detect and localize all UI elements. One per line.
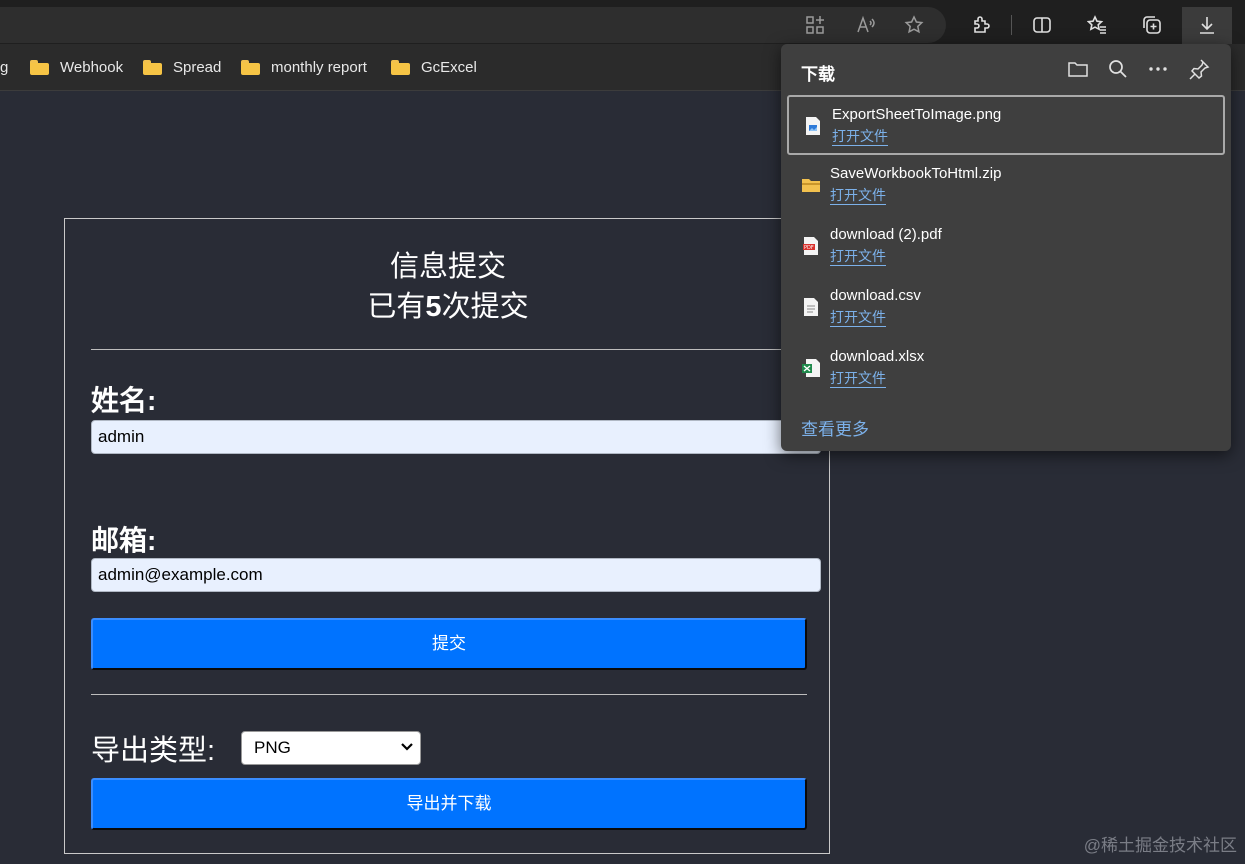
folder-icon — [241, 59, 260, 75]
name-label: 姓名: — [91, 385, 157, 416]
favorite-star-icon[interactable] — [899, 10, 929, 40]
open-file-link[interactable]: 打开文件 — [830, 248, 886, 266]
favorites-icon[interactable] — [1082, 10, 1112, 40]
download-item[interactable]: ExportSheetToImage.png 打开文件 — [787, 95, 1225, 155]
email-input[interactable]: admin@example.com — [91, 558, 821, 592]
split-screen-icon[interactable] — [1027, 10, 1057, 40]
submission-form: 信息提交 已有5次提交 姓名: admin 邮箱: admin@example.… — [64, 218, 830, 854]
download-item[interactable]: download.csv 打开文件 — [787, 278, 1225, 338]
bookmark-label: GcExcel — [421, 58, 477, 76]
bookmark-spread[interactable]: Spread — [143, 56, 221, 78]
read-aloud-icon[interactable] — [851, 10, 881, 40]
download-item[interactable]: SaveWorkbookToHtml.zip 打开文件 — [787, 156, 1225, 216]
export-type-select[interactable]: PNG — [241, 731, 421, 765]
browser-toolbar — [0, 0, 1245, 44]
folder-icon — [143, 59, 162, 75]
bookmark-webhook[interactable]: Webhook — [30, 56, 123, 78]
export-type-label: 导出类型: — [91, 735, 216, 767]
downloads-panel: 下载 ExportSheetToImage.png 打开文件 SaveWorkb… — [781, 44, 1231, 451]
extensions-icon[interactable] — [966, 10, 996, 40]
submit-button[interactable]: 提交 — [91, 618, 807, 670]
see-more-link[interactable]: 查看更多 — [801, 415, 869, 440]
folder-icon — [391, 59, 410, 75]
download-item[interactable]: download.xlsx 打开文件 — [787, 339, 1225, 399]
export-download-button[interactable]: 导出并下载 — [91, 778, 807, 830]
apps-icon[interactable] — [800, 10, 830, 40]
svg-text:PDF: PDF — [804, 245, 814, 251]
pdf-file-icon: PDF — [803, 237, 818, 255]
download-icon[interactable] — [1192, 10, 1222, 40]
bookmark-label: monthly report — [271, 58, 367, 76]
open-file-link[interactable]: 打开文件 — [830, 370, 886, 388]
bookmark-item[interactable]: g — [0, 56, 8, 78]
download-item[interactable]: PDF download (2).pdf 打开文件 — [787, 217, 1225, 277]
download-filename: download.xlsx — [830, 348, 925, 365]
download-filename: download (2).pdf — [830, 226, 942, 243]
watermark: @稀土掘金技术社区 — [1083, 836, 1237, 855]
collections-icon[interactable] — [1137, 10, 1167, 40]
bookmark-monthly-report[interactable]: monthly report — [241, 56, 367, 78]
count-suffix: 次提交 — [441, 291, 529, 323]
bookmark-label: Spread — [173, 58, 222, 76]
download-filename: SaveWorkbookToHtml.zip — [830, 165, 1002, 182]
more-options-icon[interactable] — [1147, 58, 1169, 80]
open-file-link[interactable]: 打开文件 — [830, 309, 886, 327]
open-file-link[interactable]: 打开文件 — [830, 187, 886, 205]
downloads-title: 下载 — [801, 65, 835, 84]
chevron-down-icon — [401, 743, 413, 751]
form-title: 信息提交 — [389, 251, 506, 283]
download-filename: download.csv — [830, 287, 921, 304]
submission-count-text: 已有5次提交 — [65, 287, 831, 327]
name-input[interactable]: admin — [91, 420, 821, 454]
zip-folder-icon — [802, 179, 820, 192]
submission-count: 5 — [425, 291, 442, 323]
divider — [91, 694, 807, 695]
bookmark-label: g — [0, 58, 9, 76]
bookmark-label: Webhook — [60, 58, 124, 76]
bookmark-gcexcel[interactable]: GcExcel — [391, 56, 477, 78]
toolbar-separator — [1011, 15, 1012, 35]
image-file-icon — [806, 117, 820, 135]
email-label: 邮箱: — [91, 525, 157, 556]
count-prefix: 已有 — [367, 291, 426, 323]
open-file-link[interactable]: 打开文件 — [832, 128, 888, 146]
pin-icon[interactable] — [1188, 58, 1210, 80]
text-file-icon — [804, 298, 818, 316]
export-type-value: PNG — [254, 738, 291, 757]
excel-file-icon — [802, 359, 820, 377]
folder-icon — [30, 59, 49, 75]
download-filename: ExportSheetToImage.png — [832, 106, 1002, 123]
open-folder-icon[interactable] — [1067, 58, 1089, 80]
search-icon[interactable] — [1107, 58, 1129, 80]
divider — [91, 349, 807, 350]
